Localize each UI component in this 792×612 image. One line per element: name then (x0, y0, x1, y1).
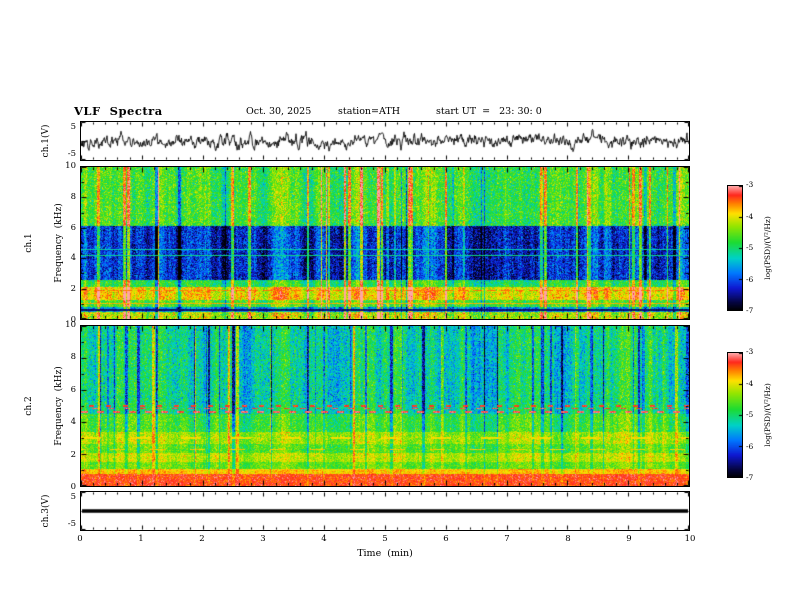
colorbar-tick-label: -3 (746, 347, 754, 356)
time-tick-label: 7 (504, 534, 510, 544)
date-label: Oct. 30, 2025 (246, 106, 312, 117)
ch2-channel-text: ch.2 (24, 396, 34, 416)
ch1-spectrogram-canvas (81, 167, 689, 319)
colorbar-ch1 (727, 185, 743, 311)
ch1-channel-text: ch.1 (24, 233, 34, 253)
frequency-tick-label: 6 (70, 223, 76, 233)
colorbar-tick-label: -7 (746, 306, 754, 315)
frequency-tick-label: 0 (70, 482, 76, 492)
frequency-tick-label: 4 (70, 417, 76, 427)
colorbar-tick-label: -3 (746, 180, 754, 189)
station-label: station=ATH (338, 106, 400, 117)
voltage-tick-label: 5 (70, 122, 76, 132)
time-tick-label: 10 (684, 534, 696, 544)
time-tick-label: 3 (260, 534, 266, 544)
voltage-tick-label: -5 (67, 149, 76, 159)
time-tick-label: 1 (138, 534, 144, 544)
figure-title: VLF Spectra (74, 104, 163, 118)
frequency-tick-label: 2 (70, 284, 76, 294)
colorbar-tick-label: -4 (746, 212, 754, 221)
frequency-tick-label: 2 (70, 450, 76, 460)
ch1-waveform-canvas (81, 122, 689, 160)
colorbar-ch2-canvas (728, 353, 742, 477)
ch2-spectrogram-y-axis-label: ch.2 Frequency (kHz) (4, 366, 84, 445)
colorbar-ch1-canvas (728, 186, 742, 310)
ch2-spectrogram-canvas (81, 326, 689, 486)
time-tick-label: 9 (626, 534, 632, 544)
time-tick-label: 6 (443, 534, 449, 544)
colorbar-ch2 (727, 352, 743, 478)
ch2-spectrogram-panel (80, 325, 690, 487)
time-tick-label: 5 (382, 534, 388, 544)
frequency-tick-label: 8 (70, 352, 76, 362)
time-axis-label: Time (min) (357, 548, 413, 559)
vlf-spectra-figure: VLF Spectra Oct. 30, 2025 station=ATH st… (0, 0, 792, 612)
colorbar-tick-label: -7 (746, 473, 754, 482)
ch1-frequency-text: Frequency (kHz) (54, 203, 64, 283)
frequency-tick-label: 6 (70, 385, 76, 395)
time-tick-label: 8 (565, 534, 571, 544)
frequency-tick-label: 4 (70, 253, 76, 263)
time-tick-label: 2 (199, 534, 205, 544)
colorbar-tick-label: -4 (746, 379, 754, 388)
start-ut-label: start UT = 23: 30: 0 (436, 106, 542, 117)
colorbar-tick-label: -5 (746, 243, 754, 252)
ch1-waveform-panel (80, 121, 690, 161)
colorbar-tick-label: -5 (746, 410, 754, 419)
time-tick-label: 0 (77, 534, 83, 544)
voltage-tick-label: 5 (70, 492, 76, 502)
frequency-tick-label: 8 (70, 192, 76, 202)
ch3-waveform-panel (80, 491, 690, 531)
colorbar-tick-label: -6 (746, 275, 754, 284)
time-tick-label: 4 (321, 534, 327, 544)
colorbar-tick-label: -6 (746, 442, 754, 451)
frequency-tick-label: 10 (65, 161, 76, 171)
ch1-spectrogram-panel (80, 166, 690, 320)
voltage-tick-label: -5 (67, 519, 76, 529)
ch1-spectrogram-y-axis-label: ch.1 Frequency (kHz) (4, 203, 84, 282)
ch3-waveform-canvas (81, 492, 689, 530)
frequency-tick-label: 10 (65, 320, 76, 330)
ch2-frequency-text: Frequency (kHz) (54, 366, 64, 446)
